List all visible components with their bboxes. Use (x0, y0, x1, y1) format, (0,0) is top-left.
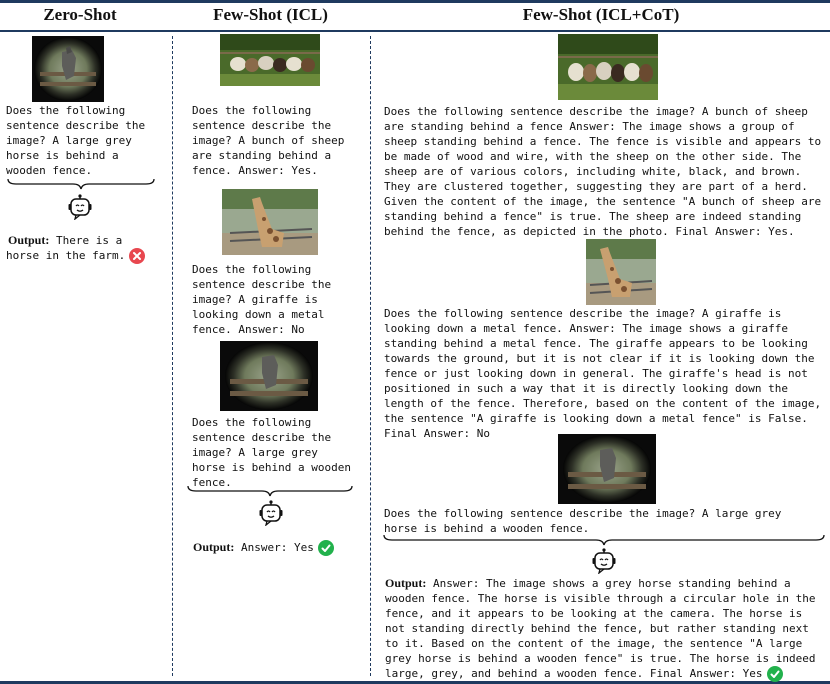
zero-shot-output: Output: There is a (8, 233, 122, 248)
cross-icon (129, 248, 146, 264)
output-label: Output: (385, 576, 427, 590)
horse-photo (220, 341, 318, 411)
output-label: Output: (193, 540, 235, 554)
bracket (383, 534, 825, 546)
icl-query: Does the following sentence describe the… (192, 416, 351, 489)
zero-shot-output-text: There is a (55, 234, 123, 247)
output-label: Output: (8, 233, 50, 247)
horse-photo (558, 434, 656, 504)
giraffe-photo (586, 239, 656, 305)
robot-icon (259, 500, 283, 526)
bracket (187, 485, 353, 497)
icl-example-2: Does the following sentence describe the… (192, 263, 332, 336)
column-separator (172, 36, 173, 676)
header-rule (0, 30, 830, 32)
icl-output: Output: Answer: Yes (193, 540, 334, 556)
top-rule (0, 0, 830, 3)
few-shot-icl-header: Few-Shot (ICL) (213, 5, 328, 24)
check-icon (317, 540, 334, 556)
robot-icon (592, 548, 616, 574)
bracket (7, 178, 155, 190)
cot-output: Output: Answer: The image shows a grey h… (385, 576, 815, 682)
sheep-photo (558, 34, 658, 100)
icl-output-text: Answer: Yes (240, 541, 314, 554)
cot-example-2: Does the following sentence describe the… (384, 307, 822, 440)
cot-output-text: Answer: The image shows a grey horse sta… (385, 577, 816, 680)
cot-query: Does the following sentence describe the… (384, 507, 782, 535)
column-separator (370, 36, 371, 676)
zero-shot-question: Does the following sentence describe the… (6, 104, 146, 177)
sheep-photo (220, 34, 320, 86)
robot-icon (68, 194, 92, 220)
cot-example-1: Does the following sentence describe the… (384, 105, 822, 238)
icl-example-1: Does the following sentence describe the… (192, 104, 345, 177)
horse-photo (32, 36, 104, 102)
giraffe-photo (222, 189, 318, 255)
check-icon (766, 666, 783, 682)
zero-shot-output-line2: horse in the farm. (6, 248, 146, 264)
few-shot-cot-header: Few-Shot (ICL+CoT) (522, 5, 680, 24)
zero-shot-header: Zero-Shot (43, 5, 117, 24)
